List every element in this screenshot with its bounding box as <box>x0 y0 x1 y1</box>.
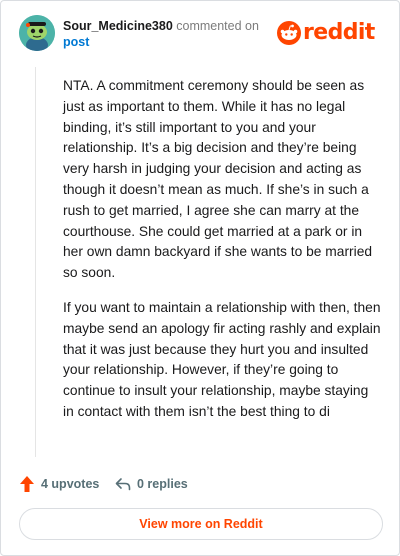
comment-embed-card: Sour_Medicine380 commented on post reddi… <box>0 0 400 556</box>
upvotes-count: 4 upvotes <box>41 477 100 491</box>
user-avatar[interactable] <box>19 15 55 51</box>
replies-button[interactable]: 0 replies <box>115 473 188 495</box>
thread-line[interactable] <box>35 67 36 457</box>
reddit-logo[interactable]: reddit <box>277 19 383 49</box>
author-username[interactable]: Sour_Medicine380 <box>63 19 173 33</box>
reddit-wordmark: reddit <box>303 20 375 45</box>
upvote-arrow-icon <box>20 476 34 492</box>
replies-count: 0 replies <box>137 477 188 491</box>
post-link[interactable]: post <box>63 35 89 50</box>
comment-paragraph: NTA. A commitment ceremony should be see… <box>63 78 373 281</box>
comment-body: NTA. A commitment ceremony should be see… <box>63 76 381 437</box>
commented-on-text: commented on <box>176 19 259 33</box>
reply-icon <box>115 478 131 491</box>
snoo-avatar-icon <box>19 15 55 51</box>
comment-actions: 4 upvotes 0 replies <box>19 473 319 495</box>
reddit-snoo-icon <box>277 21 301 45</box>
comment-header: Sour_Medicine380 commented on post reddi… <box>19 15 383 55</box>
upvotes-button[interactable]: 4 upvotes <box>19 473 99 495</box>
comment-paragraph: If you want to maintain a relationship w… <box>63 299 381 419</box>
view-more-on-reddit-button[interactable]: View more on Reddit <box>19 508 383 540</box>
author-line: Sour_Medicine380 commented on <box>63 19 259 34</box>
